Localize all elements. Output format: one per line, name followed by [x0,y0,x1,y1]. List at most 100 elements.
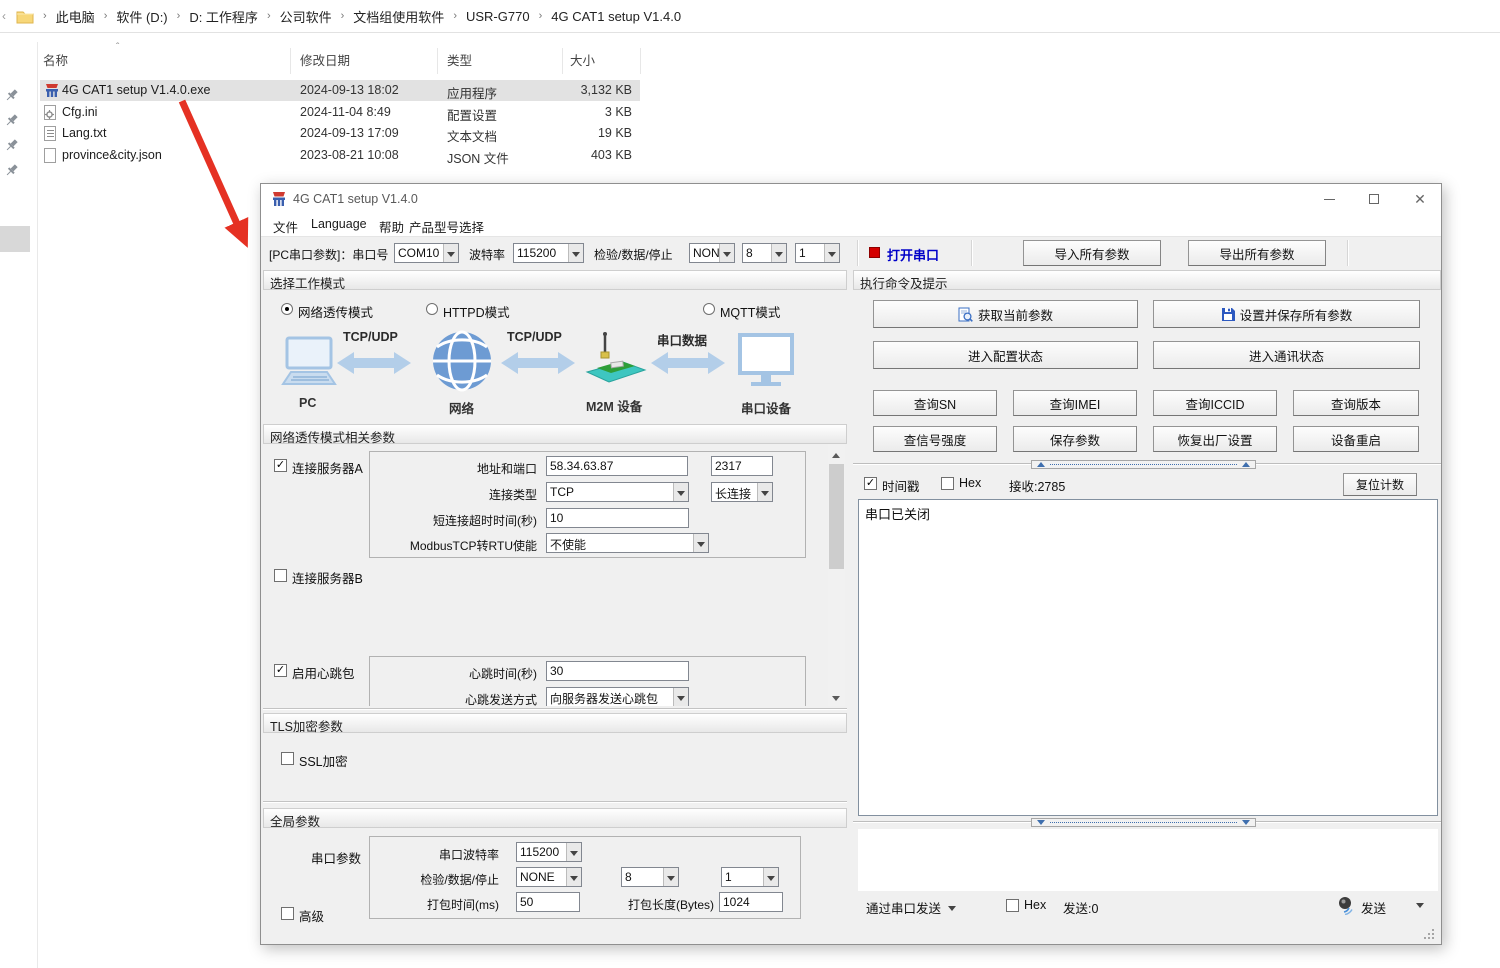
file-date: 2024-11-04 8:49 [300,105,391,119]
baud-select[interactable]: 115200 [513,243,584,263]
enter-comm-state-button[interactable]: 进入通讯状态 [1153,341,1420,369]
menu-language[interactable]: Language [311,217,367,231]
scroll-up-icon[interactable] [828,444,845,461]
breadcrumb-item[interactable]: 软件 (D:) [116,7,167,26]
splitter-handle[interactable] [1031,818,1256,827]
server-a-checkbox[interactable] [274,459,287,472]
query-signal-button[interactable]: 查信号强度 [873,426,997,452]
heartbeat-checkbox[interactable] [274,664,287,677]
chevron-down-icon [824,244,839,262]
scrollbar-thumb[interactable] [829,464,844,569]
scroll-down-icon[interactable] [828,689,845,706]
query-iccid-button[interactable]: 查询ICCID [1153,390,1277,416]
short-timeout-input[interactable] [546,508,689,528]
breadcrumb-item[interactable]: 此电脑 [56,7,95,26]
query-imei-button[interactable]: 查询IMEI [1013,390,1137,416]
global-stop-bits-select[interactable]: 1 [721,867,779,887]
pack-time-input[interactable] [516,892,580,912]
toolbar: [PC串口参数]：串口号 COM10 波特率 115200 检验/数据/停止 N… [261,236,1441,268]
factory-reset-button[interactable]: 恢复出厂设置 [1153,426,1277,452]
arrow-icon [651,350,725,376]
menu-file[interactable]: 文件 [273,217,298,236]
com-port-select[interactable]: COM10 [394,243,459,263]
reset-counter-button[interactable]: 复位计数 [1343,473,1417,496]
ssl-checkbox[interactable] [281,752,294,765]
resize-grip[interactable] [1423,928,1435,940]
pc-serial-label: [PC串口参数]：串口号 [269,246,388,263]
minimize-button[interactable] [1307,184,1351,214]
doc-search-icon [958,307,973,322]
close-button[interactable]: ✕ [1398,184,1442,214]
breadcrumb-item[interactable]: 公司软件 [280,7,332,26]
chevron-down-icon [673,688,688,706]
get-current-params-button[interactable]: 获取当前参数 [873,300,1138,328]
send-options-dropdown[interactable] [1416,903,1424,912]
nav-pane-item [0,226,30,252]
server-b-checkbox[interactable] [274,569,287,582]
pack-length-input[interactable] [719,892,783,912]
query-version-button[interactable]: 查询版本 [1293,390,1419,416]
chevron-down-icon [566,868,581,886]
maximize-button[interactable] [1352,184,1396,214]
column-header-type[interactable]: 类型 [447,50,472,69]
export-all-params-button[interactable]: 导出所有参数 [1188,240,1326,266]
recv-hex-checkbox[interactable] [941,477,954,490]
conn-type-select[interactable]: TCP [546,482,689,502]
nav-back-icon[interactable]: ‹ [2,9,6,23]
global-baud-select[interactable]: 115200 [516,842,582,862]
timestamp-checkbox[interactable] [864,477,877,490]
global-parity-select[interactable]: NONE [516,867,582,887]
parity-label: 检验/数据/停止 [594,246,673,263]
stop-bits-select[interactable]: 1 [795,243,840,263]
breadcrumb-item[interactable]: USR-G770 [466,9,530,24]
menu-help[interactable]: 帮助 [379,217,404,236]
enter-config-state-button[interactable]: 进入配置状态 [873,341,1138,369]
server-a-address-input[interactable] [546,456,688,476]
modbus-select[interactable]: 不使能 [546,533,709,553]
file-row-txt[interactable]: Lang.txt 2024-09-13 17:09 文本文档 19 KB [40,123,640,144]
file-name: Cfg.ini [62,105,97,119]
device-restart-button[interactable]: 设备重启 [1293,426,1419,452]
data-bits-select[interactable]: 8 [742,243,787,263]
send-hex-checkbox[interactable] [1006,899,1019,912]
import-all-params-button[interactable]: 导入所有参数 [1023,240,1161,266]
heartbeat-mode-select[interactable]: 向服务器发送心跳包 [546,687,689,706]
chevron-down-icon [693,534,708,552]
net-params-scrollbar[interactable] [828,444,845,706]
breadcrumb-item[interactable]: 文档组使用软件 [353,7,444,26]
file-name: 4G CAT1 setup V1.4.0.exe [62,83,210,97]
breadcrumb-item[interactable]: D: 工作程序 [189,7,258,26]
title-bar[interactable]: 4G CAT1 setup V1.4.0 ✕ [261,184,1441,214]
global-data-bits-select[interactable]: 8 [621,867,679,887]
breadcrumb: ‹ › 此电脑 › 软件 (D:) › D: 工作程序 › 公司软件 › 文档组… [0,0,1500,33]
splitter-handle[interactable] [1031,460,1256,469]
column-header-size[interactable]: 大小 [570,50,595,69]
query-sn-button[interactable]: 查询SN [873,390,997,416]
breadcrumb-item[interactable]: 4G CAT1 setup V1.4.0 [551,9,681,24]
menu-product-select[interactable]: 产品型号选择 [409,217,484,236]
send-input-area[interactable] [858,829,1438,891]
send-via-serial-dropdown[interactable]: 通过串口发送 [866,898,956,917]
set-save-all-params-button[interactable]: 设置并保存所有参数 [1153,300,1420,328]
command-panel-header: 执行命令及提示 [853,270,1441,290]
open-serial-button[interactable]: 打开串口 [887,245,939,264]
column-header-name[interactable]: 名称 [43,50,68,69]
conn-mode-select[interactable]: 长连接 [711,482,773,502]
file-row-exe[interactable]: 4G CAT1 setup V1.4.0.exe 2024-09-13 18:0… [40,80,640,101]
network-globe-icon [431,330,493,392]
breadcrumb-separator: › [43,10,47,22]
server-a-port-input[interactable] [711,456,773,476]
column-header-date[interactable]: 修改日期 [300,50,350,69]
send-button[interactable]: 发送 [1361,898,1386,917]
mode-httpd-radio[interactable] [426,303,438,315]
advanced-checkbox[interactable] [281,907,294,920]
mode-net-transparent-radio[interactable] [281,303,293,315]
file-row-json[interactable]: province&city.json 2023-08-21 10:08 JSON… [40,145,640,166]
mode-mqtt-radio[interactable] [703,303,715,315]
parity-select[interactable]: NONI [689,243,735,263]
file-row-ini[interactable]: Cfg.ini 2024-11-04 8:49 配置设置 3 KB [40,102,640,123]
heartbeat-time-input[interactable] [546,661,689,681]
save-params-button[interactable]: 保存参数 [1013,426,1137,452]
receive-log-area[interactable]: 串口已关闭 [858,499,1438,816]
serial-device-icon [737,332,795,390]
